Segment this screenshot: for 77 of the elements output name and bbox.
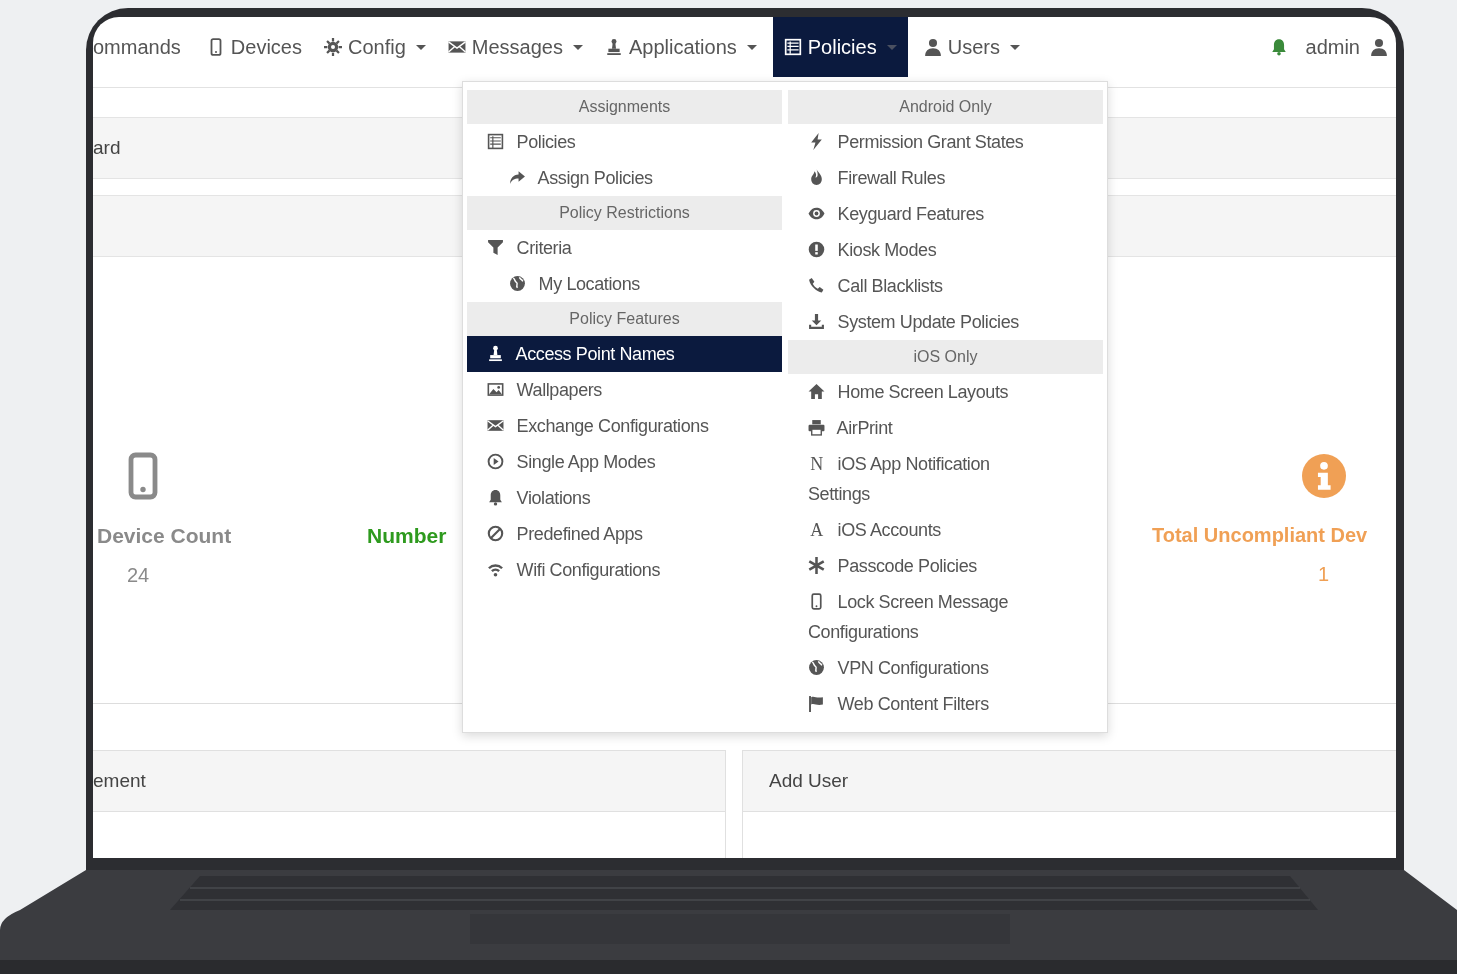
menu-item[interactable]: Single App Modes [467, 444, 782, 480]
nav-menu-item[interactable]: Devices [195, 17, 313, 77]
home-icon [808, 383, 825, 400]
mobile-phone-icon [808, 593, 825, 610]
nav-menu-item[interactable]: Applications [593, 17, 768, 77]
panel-title: Add User [768, 770, 849, 792]
bell-icon [487, 489, 504, 506]
filter-icon [487, 239, 504, 256]
exclamation-circle-icon [808, 241, 825, 258]
menu-item[interactable]: Assign Policies [467, 160, 782, 196]
menu-item[interactable]: Firewall Rules [788, 160, 1103, 196]
menu-section-header: Android Only [788, 90, 1103, 124]
user-icon [923, 38, 942, 56]
phone-icon [808, 277, 825, 294]
menu-item[interactable]: VPN Configurations [788, 650, 1103, 686]
stamp-icon [487, 345, 504, 362]
menu-item[interactable]: Kiosk Modes [788, 232, 1103, 268]
nav-menu-item[interactable]: Config [312, 17, 437, 77]
menu-item[interactable]: Policies [467, 124, 782, 160]
user-icon [1370, 38, 1388, 56]
lightning-bolt-icon [808, 133, 825, 150]
envelope-icon [447, 38, 466, 56]
stat-value: 24 [127, 564, 150, 587]
menu-item[interactable]: Web Content Filters [788, 686, 1103, 722]
stamp-icon [604, 38, 623, 56]
stat-value: 1 [1318, 563, 1330, 586]
panel-title: ement [93, 770, 146, 792]
wifi-icon [487, 561, 504, 578]
menu-item[interactable]: Predefined Apps [467, 516, 782, 552]
flag-icon [808, 695, 825, 712]
stat-label: Total Uncompliant Dev [1152, 524, 1368, 547]
eye-icon [808, 205, 825, 222]
menu-item[interactable]: Call Blacklists [788, 268, 1103, 304]
printer-icon [808, 419, 825, 436]
user-menu[interactable]: admin [1305, 35, 1388, 59]
letter-icon: A [808, 515, 825, 545]
menu-item[interactable]: Violations [467, 480, 782, 516]
menu-section-header: Policy Restrictions [467, 196, 782, 230]
globe-icon [808, 659, 825, 676]
menu-item[interactable]: System Update Policies [788, 304, 1103, 340]
globe-icon [509, 275, 526, 292]
table-icon [783, 38, 802, 56]
menu-item[interactable]: Keyguard Features [788, 196, 1103, 232]
letter-icon: N [808, 449, 825, 479]
menu-item[interactable]: Criteria [467, 230, 782, 266]
table-icon [487, 133, 504, 150]
menu-item[interactable]: AirPrint [788, 410, 1103, 446]
menu-item[interactable]: A iOS Accounts [788, 512, 1103, 548]
stat-label: Number [367, 524, 447, 548]
menu-item[interactable]: Passcode Policies [788, 548, 1103, 584]
fire-icon [808, 169, 825, 186]
menu-item[interactable]: Exchange Configurations [467, 408, 782, 444]
nav-menu-item[interactable]: Users [912, 17, 1031, 77]
ban-icon [487, 525, 504, 542]
download-icon [808, 313, 825, 330]
gear-icon [323, 38, 342, 56]
share-arrow-icon [509, 169, 526, 186]
menu-item[interactable]: Permission Grant States [788, 124, 1103, 160]
menu-section-header: iOS Only [788, 340, 1103, 374]
stat-label: Device Count [97, 524, 232, 548]
breadcrumb-text: ard [93, 137, 121, 159]
info-icon [1302, 452, 1346, 500]
menu-item[interactable]: Access Point Names [467, 336, 782, 372]
nav-menu-item[interactable]: Policies [772, 17, 908, 77]
nav-menu-item[interactable]: ommands [93, 17, 192, 77]
envelope-icon [487, 417, 504, 434]
menu-item[interactable]: My Locations [467, 266, 782, 302]
picture-icon [487, 381, 504, 398]
menu-item[interactable]: Home Screen Layouts [788, 374, 1103, 410]
menu-section-header: Assignments [467, 90, 782, 124]
menu-item[interactable]: Wifi Configurations [467, 552, 782, 588]
asterisk-icon [808, 557, 825, 574]
play-circle-icon [487, 453, 504, 470]
menu-section-header: Policy Features [467, 302, 782, 336]
menu-item[interactable]: Lock Screen Message Configurations [788, 584, 1103, 650]
nav-menu-item[interactable]: Messages [436, 17, 594, 77]
menu-item[interactable]: Wallpapers [467, 372, 782, 408]
